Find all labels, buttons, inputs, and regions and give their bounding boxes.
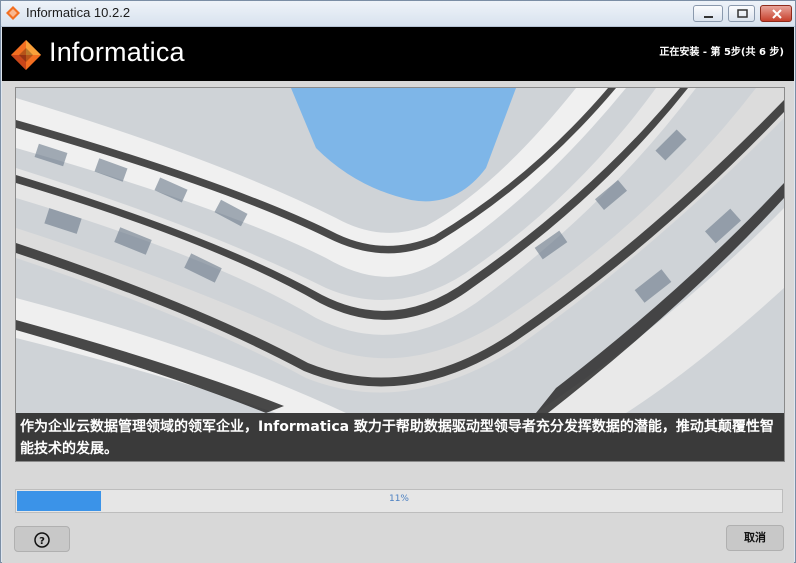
brand-header: Informatica 正在安装 - 第 5步(共 6 步) [2, 27, 794, 81]
help-button[interactable]: ? [14, 526, 70, 552]
question-circle-icon: ? [34, 532, 50, 548]
title-bar[interactable]: Informatica 10.2.2 [1, 1, 795, 27]
logo-text: Informatica [49, 37, 185, 67]
progress-percent: 11% [388, 494, 409, 504]
maximize-icon [737, 9, 748, 18]
showcase-panel: 作为企业云数据管理领域的领军企业，Informatica 致力于帮助数据驱动型领… [15, 87, 785, 462]
minimize-icon [704, 16, 713, 18]
install-progress-bar: 11% [15, 489, 783, 513]
button-bar: ? 取消 [2, 521, 794, 563]
close-icon [772, 9, 782, 19]
close-button[interactable] [760, 5, 792, 22]
informatica-logo-icon [11, 40, 41, 70]
svg-text:?: ? [39, 536, 45, 547]
installer-window: Informatica 10.2.2 Informatica 正在安装 - 第 … [0, 0, 796, 563]
install-step-status: 正在安装 - 第 5步(共 6 步) [659, 47, 784, 58]
minimize-button[interactable] [693, 5, 723, 22]
building-photo [16, 88, 784, 413]
content-area: 作为企业云数据管理领域的领军企业，Informatica 致力于帮助数据驱动型领… [2, 81, 794, 521]
app-icon [6, 6, 20, 20]
cancel-button[interactable]: 取消 [726, 525, 784, 551]
window-title: Informatica 10.2.2 [26, 5, 131, 20]
marketing-caption: 作为企业云数据管理领域的领军企业，Informatica 致力于帮助数据驱动型领… [20, 419, 774, 457]
maximize-button[interactable] [728, 5, 755, 22]
